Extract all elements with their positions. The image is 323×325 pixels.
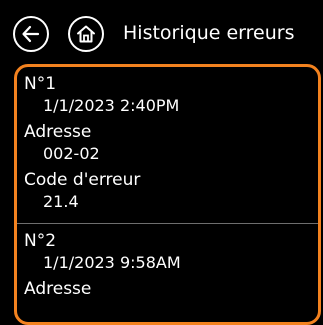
list-item: N°1 1/1/2023 2:40PM Adresse 002-02 Code … [17, 67, 318, 213]
address-value: 002-02 [43, 144, 100, 163]
arrow-left-icon [22, 25, 40, 43]
home-icon [77, 25, 95, 43]
entry-number: N°1 [24, 74, 57, 94]
list-item: N°2 1/1/2023 9:58AM Adresse [17, 223, 318, 300]
error-code-value: 21.4 [43, 192, 79, 211]
home-button[interactable] [68, 16, 104, 52]
page-title: Historique erreurs [123, 22, 295, 44]
header-bar: Historique erreurs [0, 0, 323, 62]
address-label: Adresse [24, 122, 92, 142]
entry-datetime: 1/1/2023 9:58AM [43, 253, 181, 272]
error-history-list[interactable]: N°1 1/1/2023 2:40PM Adresse 002-02 Code … [14, 64, 321, 325]
entry-number: N°2 [24, 231, 57, 251]
entry-datetime: 1/1/2023 2:40PM [43, 96, 180, 115]
back-button[interactable] [13, 16, 49, 52]
address-label: Adresse [24, 279, 92, 299]
error-code-label: Code d'erreur [24, 170, 141, 190]
